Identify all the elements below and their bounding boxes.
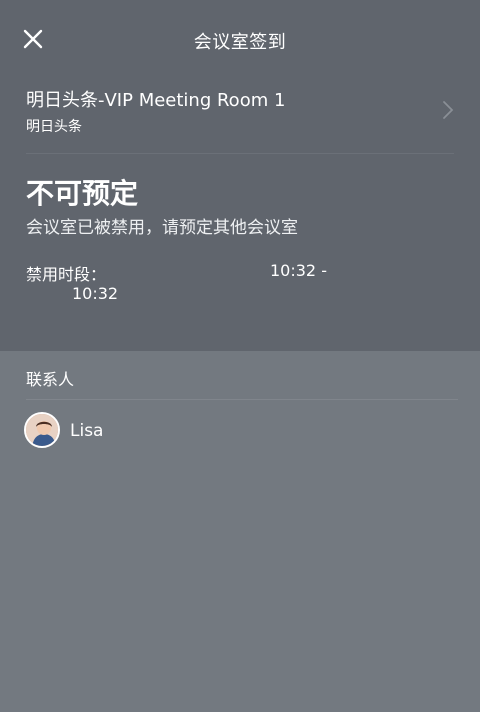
period-label: 禁用时段： [26, 265, 107, 284]
contact-name: Lisa [70, 421, 104, 441]
room-detail-row[interactable]: 明日头条-VIP Meeting Room 1 明日头条 [0, 78, 480, 153]
period-end: 10:32 [72, 284, 119, 303]
avatar [24, 412, 60, 448]
nav-bar: 会议室签到 [0, 0, 480, 78]
room-org: 明日头条 [26, 119, 82, 135]
chevron-right-icon [443, 101, 454, 119]
page-title: 会议室签到 [193, 32, 287, 53]
user-avatar-icon [26, 414, 58, 446]
status-description: 会议室已被禁用，请预定其他会议室 [26, 218, 298, 238]
divider [26, 153, 454, 154]
status-title: 不可预定 [26, 177, 139, 210]
contact-item[interactable]: Lisa [24, 412, 224, 452]
contacts-header: 联系人 [26, 370, 75, 389]
room-info-panel: 会议室签到 明日头条-VIP Meeting Room 1 明日头条 不可预定 … [0, 0, 480, 351]
period-start: 10:32 - [270, 261, 327, 280]
room-name: 明日头条-VIP Meeting Room 1 [26, 90, 286, 111]
divider [26, 399, 458, 400]
